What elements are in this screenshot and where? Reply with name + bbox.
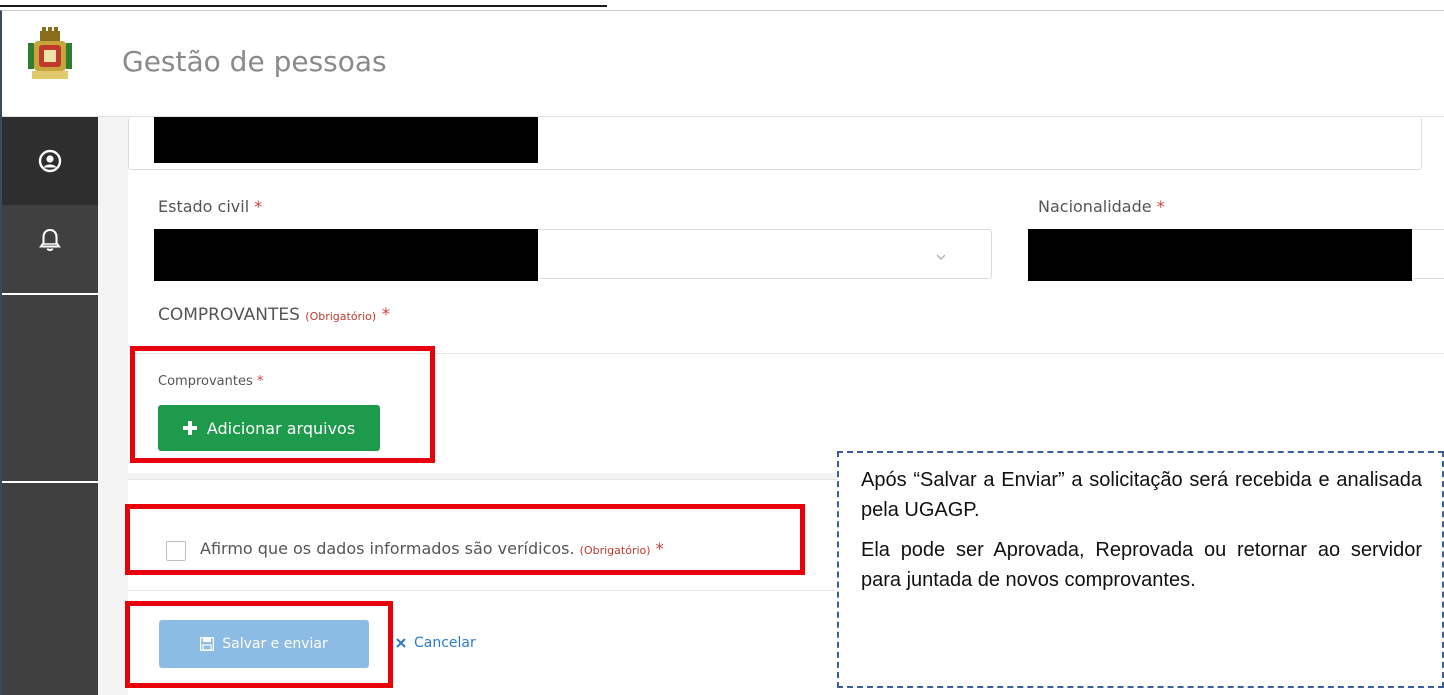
instruction-note: Após “Salvar a Enviar” a solicitação ser… (837, 451, 1444, 688)
close-icon (396, 638, 406, 648)
app-header: Gestão de pessoas (2, 11, 1444, 117)
sidebar-item-notifications[interactable] (2, 205, 98, 275)
coat-of-arms-logo (28, 27, 72, 79)
sidebar-item-profile[interactable] (2, 117, 98, 205)
cancel-label: Cancelar (414, 635, 476, 651)
redacted-nacionalidade-value (1028, 229, 1412, 281)
comprovantes-section-title: COMPROVANTES (Obrigatório) * (158, 305, 391, 325)
estado-civil-label: Estado civil * (158, 197, 263, 216)
redacted-estado-civil-value (154, 229, 538, 281)
sidebar (2, 117, 98, 695)
note-paragraph-2: Ela pode ser Aprovada, Reprovada ou reto… (861, 539, 1422, 591)
redacted-name-value (154, 117, 538, 163)
sidebar-divider (2, 481, 98, 483)
app-title: Gestão de pessoas (122, 45, 387, 78)
nacionalidade-label: Nacionalidade * (1038, 197, 1165, 216)
sidebar-divider (2, 293, 98, 295)
document-top-rule (0, 0, 1444, 10)
chevron-down-icon (936, 254, 946, 260)
highlight-add-files (130, 346, 435, 463)
highlight-save-button (125, 601, 393, 688)
highlight-declaration (125, 504, 805, 575)
user-circle-icon (38, 149, 62, 173)
bell-icon (39, 228, 61, 251)
note-paragraph-1: Após “Salvar a Enviar” a solicitação ser… (861, 469, 1422, 521)
cancel-link[interactable]: Cancelar (396, 635, 476, 651)
